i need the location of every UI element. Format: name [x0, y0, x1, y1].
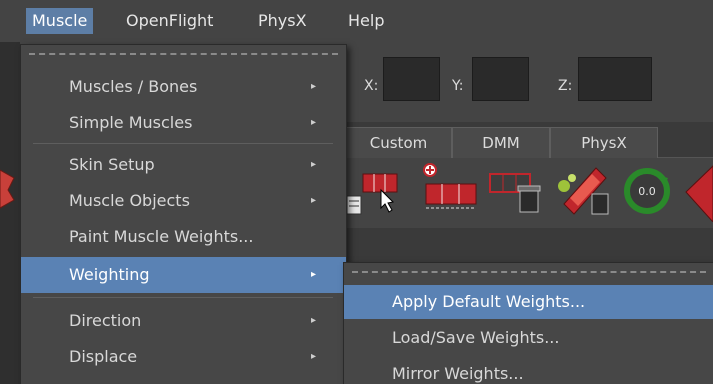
menu-muscle[interactable]: Muscle — [26, 8, 94, 34]
muscle-menu: Muscles / Bones ▸ Simple Muscles ▸ Skin … — [20, 44, 347, 384]
submenu-arrow-icon: ▸ — [311, 195, 317, 206]
shelf-partial-red-icon[interactable] — [680, 162, 713, 222]
tab-custom[interactable]: Custom — [345, 127, 452, 158]
menu-item-displace[interactable]: Displace ▸ — [21, 339, 346, 375]
shelf-paint-weights-icon[interactable] — [556, 160, 614, 222]
menu-bar: Muscle OpenFlight PhysX Help — [0, 0, 713, 43]
menu-item-simple-muscles[interactable]: Simple Muscles ▸ — [21, 105, 346, 141]
menu-item-load-save-weights[interactable]: Load/Save Weights... — [344, 321, 713, 355]
tear-off-line[interactable] — [29, 53, 338, 55]
z-coord-field[interactable] — [578, 57, 652, 101]
x-coord-label: X: — [364, 78, 379, 94]
submenu-arrow-icon: ▸ — [311, 351, 317, 362]
shelf-partial-icon[interactable] — [0, 160, 20, 210]
weighting-submenu: Apply Default Weights... Load/Save Weigh… — [343, 262, 713, 384]
menu-item-paint-muscle-weights[interactable]: Paint Muscle Weights... — [21, 219, 346, 255]
menu-item-mirror-weights[interactable]: Mirror Weights... — [344, 357, 713, 384]
menu-item-skin-setup[interactable]: Skin Setup ▸ — [21, 147, 346, 183]
menu-item-muscle-objects[interactable]: Muscle Objects ▸ — [21, 183, 346, 219]
shelf-add-muscle-icon[interactable] — [418, 158, 480, 222]
submenu-arrow-icon: ▸ — [311, 159, 317, 170]
shelf-refresh-icon[interactable]: 0.0 — [622, 166, 672, 216]
z-coord-label: Z: — [558, 78, 573, 94]
submenu-arrow-icon: ▸ — [311, 269, 317, 280]
menu-separator — [33, 297, 333, 298]
x-coord-field[interactable] — [383, 57, 440, 101]
tab-physx[interactable]: PhysX — [550, 127, 658, 158]
menu-physx[interactable]: PhysX — [252, 8, 313, 34]
svg-text:0.0: 0.0 — [638, 185, 656, 198]
menu-openflight[interactable]: OpenFlight — [120, 8, 219, 34]
menu-help[interactable]: Help — [342, 8, 390, 34]
submenu-arrow-icon: ▸ — [311, 81, 317, 92]
submenu-arrow-icon: ▸ — [311, 117, 317, 128]
menu-item-muscles-bones[interactable]: Muscles / Bones ▸ — [21, 69, 346, 105]
left-tool-strip — [0, 42, 21, 384]
y-coord-field[interactable] — [472, 57, 529, 101]
tear-off-line[interactable] — [352, 271, 706, 273]
menu-item-direction[interactable]: Direction ▸ — [21, 303, 346, 339]
menu-item-weighting[interactable]: Weighting ▸ — [21, 257, 346, 293]
y-coord-label: Y: — [452, 78, 464, 94]
menu-item-apply-default-weights[interactable]: Apply Default Weights... — [344, 285, 713, 319]
submenu-arrow-icon: ▸ — [311, 315, 317, 326]
maya-window: Muscle OpenFlight PhysX Help X: Y: Z: Cu… — [0, 0, 713, 384]
tab-dmm[interactable]: DMM — [452, 127, 550, 158]
shelf-delete-muscle-icon[interactable] — [488, 166, 546, 222]
shelf-muscle-select-icon[interactable] — [345, 166, 403, 222]
menu-separator — [33, 143, 333, 144]
